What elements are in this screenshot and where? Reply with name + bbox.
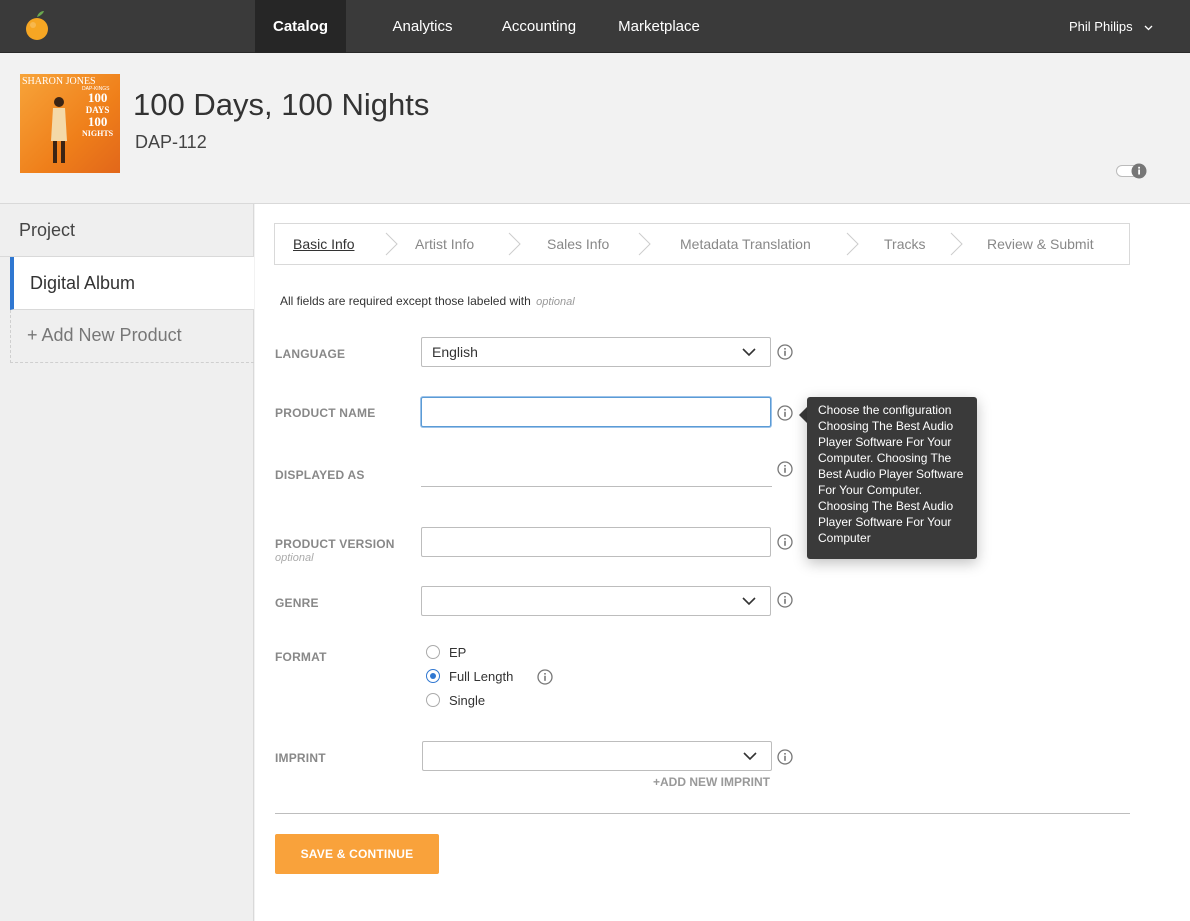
info-icon[interactable] xyxy=(777,461,793,477)
format-radio-ep[interactable] xyxy=(426,645,440,659)
genre-select[interactable] xyxy=(421,586,771,616)
cover-title-text: 100 DAYS 100 NIGHTS xyxy=(82,90,114,138)
chevron-down-icon xyxy=(742,348,756,357)
nav-accounting[interactable]: Accounting xyxy=(496,0,582,53)
step-metadata-translation[interactable]: Metadata Translation xyxy=(680,224,811,264)
step-chevron-icon xyxy=(385,232,398,256)
step-chevron-icon xyxy=(950,232,963,256)
format-option-label: Full Length xyxy=(449,669,514,684)
format-radio-single[interactable] xyxy=(426,693,440,707)
info-icon[interactable] xyxy=(537,669,553,685)
save-continue-button[interactable]: SAVE & CONTINUE xyxy=(275,834,439,874)
sidebar-item-label: Digital Album xyxy=(30,273,136,293)
format-option-label: Single xyxy=(449,693,486,708)
project-sidebar: Project Digital Album + Add New Product xyxy=(0,204,254,921)
info-toggle-switch[interactable] xyxy=(1116,163,1148,179)
album-code: DAP-112 xyxy=(135,132,207,152)
step-artist-info[interactable]: Artist Info xyxy=(415,224,474,264)
format-label: FORMAT xyxy=(275,650,327,664)
product-name-tooltip: Choose the configuration Choosing The Be… xyxy=(807,397,977,559)
format-radio-full-length[interactable] xyxy=(426,669,440,683)
displayed-as-field xyxy=(421,486,772,487)
main-content: Basic Info Artist Info Sales Info Metada… xyxy=(255,204,1190,921)
format-option-label: EP xyxy=(449,645,467,660)
nav-analytics[interactable]: Analytics xyxy=(380,0,465,53)
user-menu[interactable]: Phil Philips xyxy=(1069,0,1153,53)
album-cover: SHARON JONES DAP-KINGS 100 DAYS 100 NIGH… xyxy=(20,74,120,173)
displayed-as-label: DISPLAYED AS xyxy=(275,468,365,482)
product-version-label: PRODUCT VERSION xyxy=(275,537,395,551)
info-icon[interactable] xyxy=(777,749,793,765)
step-tracks[interactable]: Tracks xyxy=(884,224,925,264)
tooltip-arrow xyxy=(799,407,807,423)
form-divider xyxy=(275,813,1130,814)
imprint-select[interactable] xyxy=(422,741,772,771)
add-new-imprint-link[interactable]: +ADD NEW IMPRINT xyxy=(653,775,770,789)
genre-label: GENRE xyxy=(275,596,319,610)
product-name-label: PRODUCT NAME xyxy=(275,406,376,420)
language-select[interactable]: English xyxy=(421,337,771,367)
info-icon[interactable] xyxy=(777,534,793,550)
product-name-input[interactable] xyxy=(421,397,771,427)
cover-figure-image xyxy=(51,97,67,163)
required-fields-note: All fields are required except those lab… xyxy=(280,294,575,308)
chevron-down-icon xyxy=(743,752,757,761)
step-chevron-icon xyxy=(638,232,651,256)
step-basic-info[interactable]: Basic Info xyxy=(293,224,354,264)
sidebar-item-digital-album[interactable]: Digital Album xyxy=(10,257,254,310)
info-icon[interactable] xyxy=(777,592,793,608)
chevron-down-icon xyxy=(1144,25,1153,30)
step-chevron-icon xyxy=(508,232,521,256)
info-icon[interactable] xyxy=(777,344,793,360)
language-label: LANGUAGE xyxy=(275,347,346,361)
orange-logo-icon[interactable] xyxy=(23,9,51,43)
nav-marketplace[interactable]: Marketplace xyxy=(612,0,706,53)
chevron-down-icon xyxy=(742,597,756,606)
sidebar-add-label: + Add New Product xyxy=(27,325,182,345)
album-header: SHARON JONES DAP-KINGS 100 DAYS 100 NIGH… xyxy=(0,53,1190,204)
info-icon[interactable] xyxy=(777,405,793,421)
sidebar-add-product[interactable]: + Add New Product xyxy=(10,310,254,363)
step-review-submit[interactable]: Review & Submit xyxy=(987,224,1094,264)
album-title: 100 Days, 100 Nights xyxy=(133,87,430,122)
user-name: Phil Philips xyxy=(1069,19,1133,34)
step-sales-info[interactable]: Sales Info xyxy=(547,224,609,264)
optional-tag: optional xyxy=(275,552,314,564)
optional-hint: optional xyxy=(536,296,575,308)
product-version-input[interactable] xyxy=(421,527,771,557)
sidebar-project-heading: Project xyxy=(19,220,76,240)
nav-catalog[interactable]: Catalog xyxy=(255,0,346,53)
wizard-steps: Basic Info Artist Info Sales Info Metada… xyxy=(274,223,1130,265)
top-nav-bar: Catalog Analytics Accounting Marketplace… xyxy=(0,0,1190,53)
step-chevron-icon xyxy=(846,232,859,256)
imprint-label: IMPRINT xyxy=(275,751,326,765)
